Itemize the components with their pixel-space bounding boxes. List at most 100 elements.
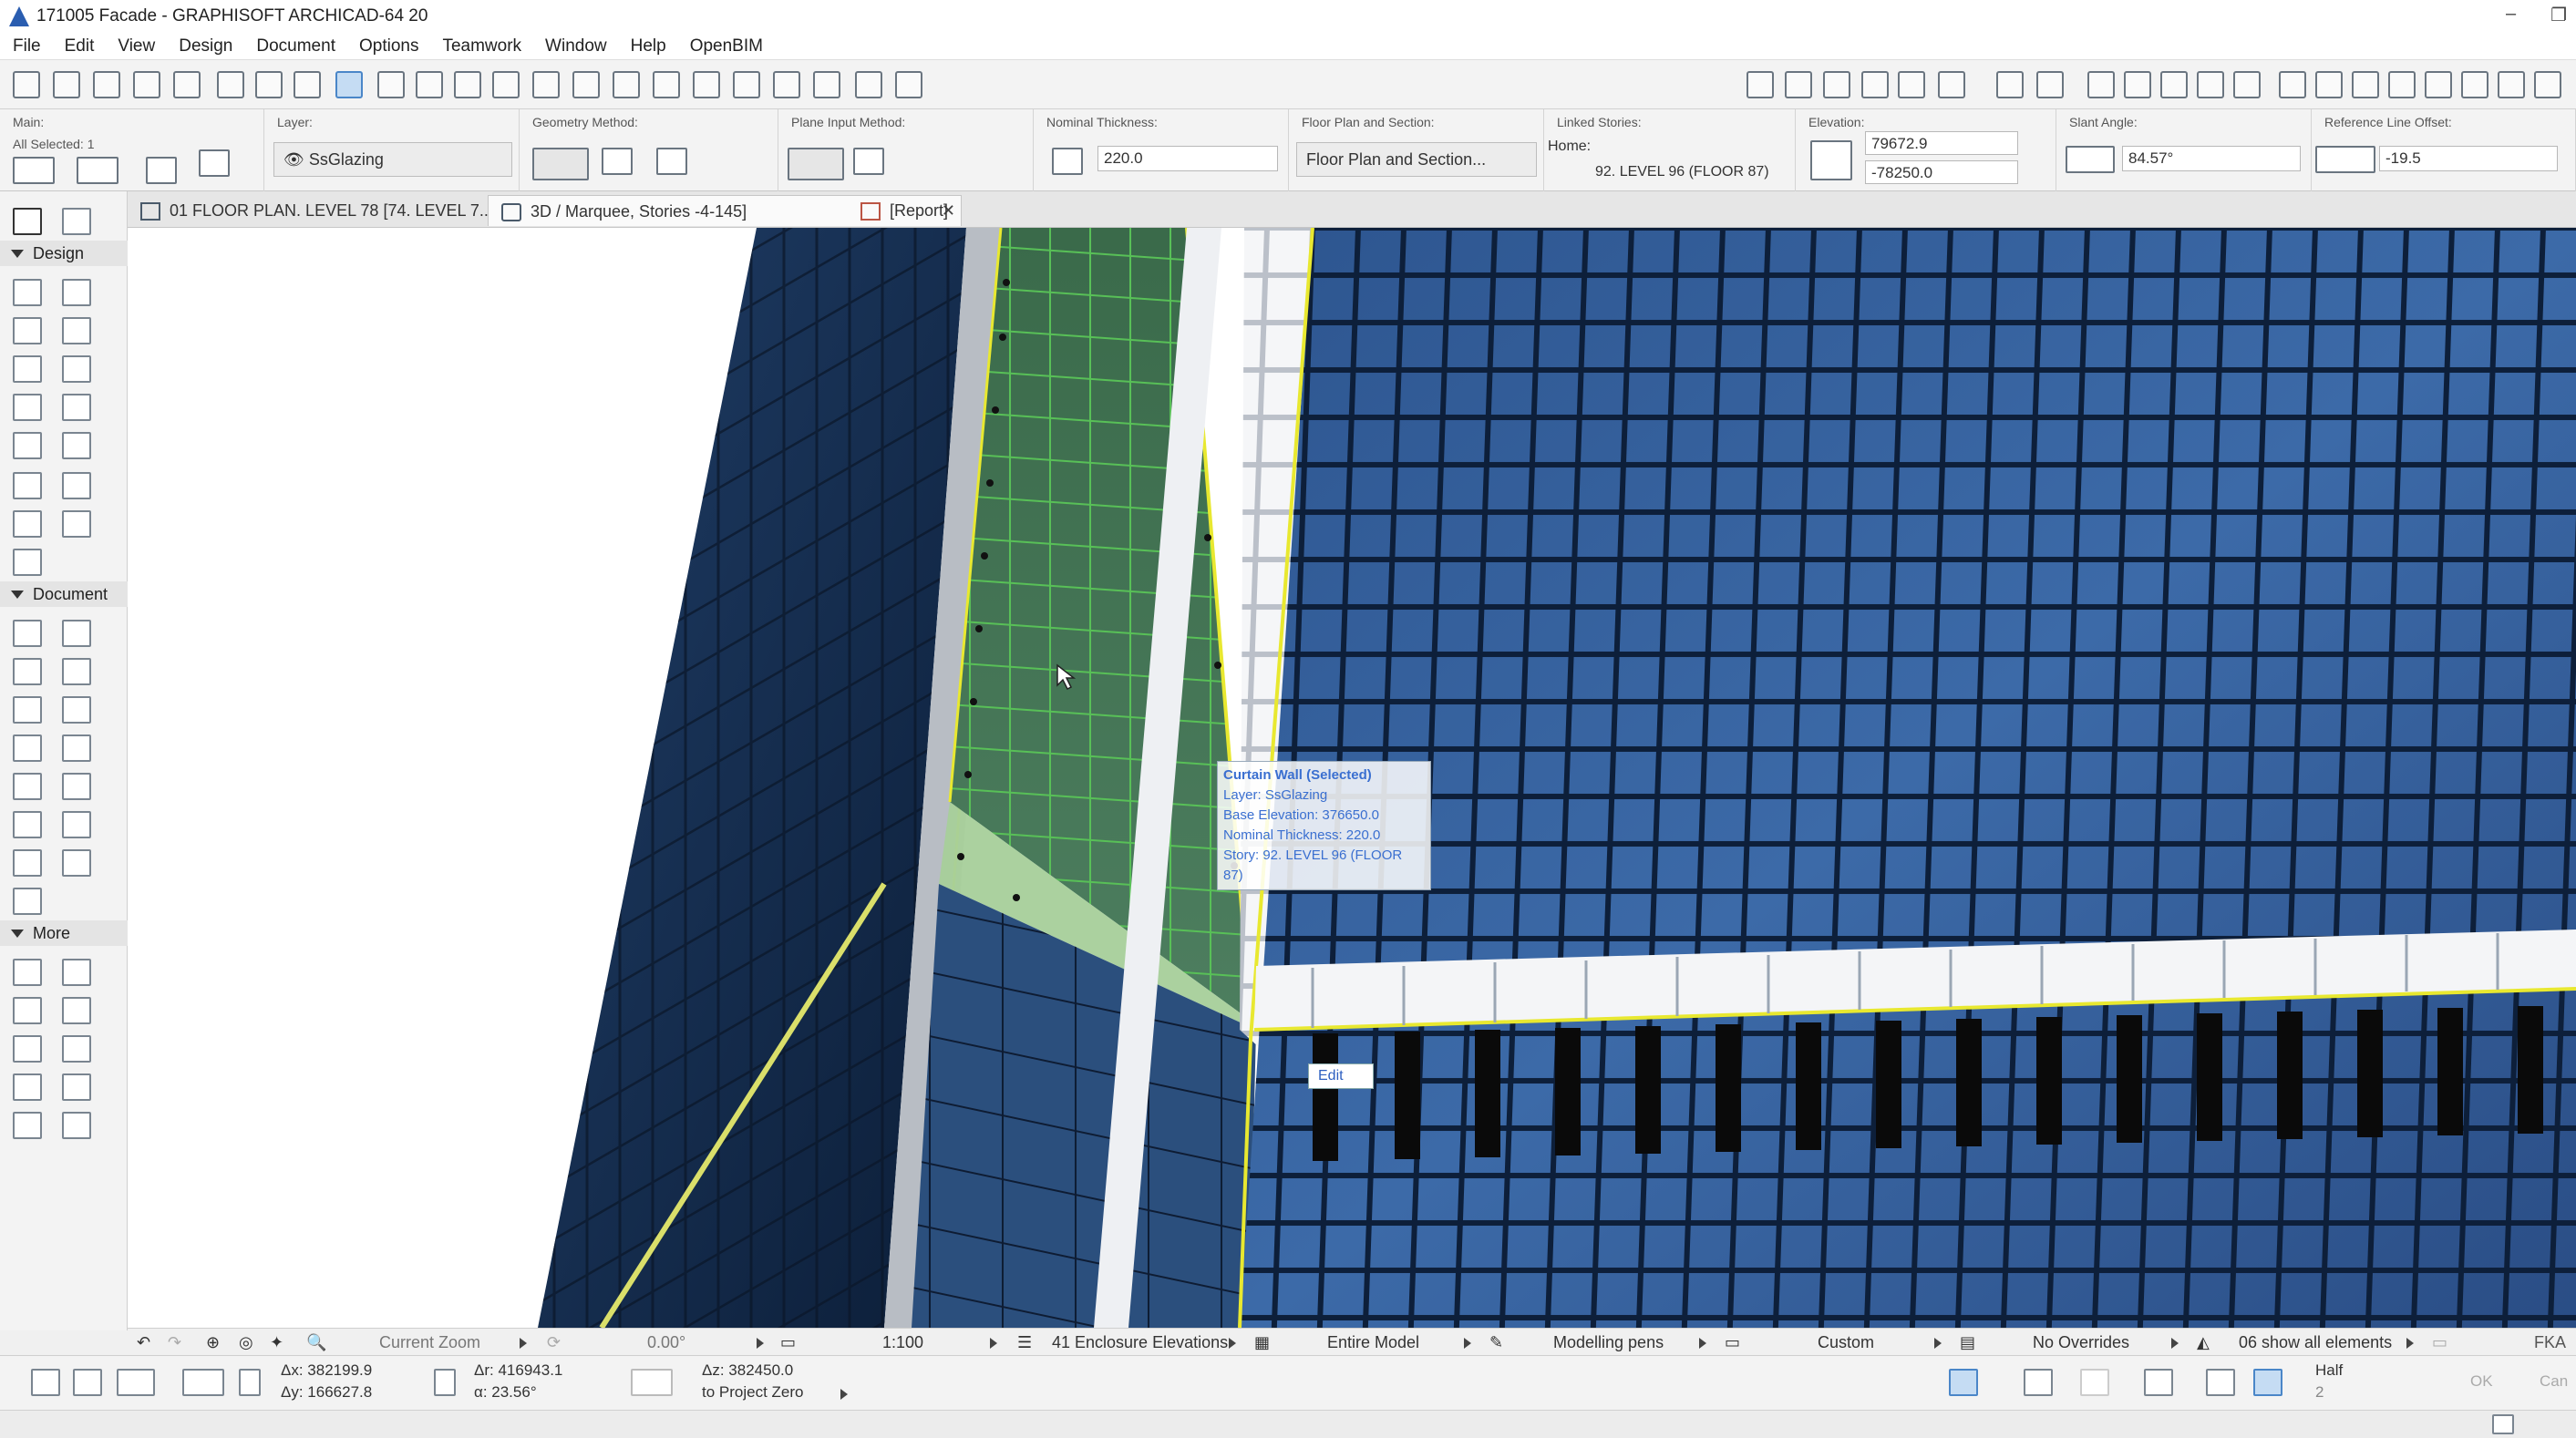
section-tool-icon[interactable]	[62, 773, 91, 800]
home-story-value[interactable]: 92. LEVEL 96 (FLOOR 87)	[1595, 164, 1769, 180]
roof-tool-icon[interactable]	[62, 394, 91, 421]
elevation-tool-icon[interactable]	[13, 811, 42, 838]
slant-angle-field[interactable]: 84.57°	[2122, 146, 2301, 171]
lamp-tool-icon[interactable]	[62, 997, 91, 1024]
scale-caret-icon[interactable]	[990, 1338, 997, 1349]
restore-icon[interactable]: ❐	[2550, 4, 2567, 26]
delta-r-value[interactable]: Δr: 416943.1	[474, 1361, 562, 1380]
elevation-bottom-field[interactable]: -78250.0	[1865, 160, 2018, 184]
zoom-in-icon[interactable]: ⊕	[206, 1333, 220, 1352]
change-tool-icon[interactable]	[13, 888, 42, 915]
geometry-polygon-icon[interactable]	[602, 148, 633, 175]
wall-end-tool-icon[interactable]	[62, 959, 91, 986]
menu-design[interactable]: Design	[179, 36, 232, 56]
zone-tool-icon[interactable]	[62, 510, 91, 538]
detail-tool-icon[interactable]	[13, 849, 42, 877]
override-icon[interactable]: ▤	[1960, 1333, 1975, 1352]
ungroup-icon[interactable]	[294, 71, 321, 98]
explode-icon[interactable]	[693, 71, 720, 98]
renovation-filter[interactable]: 06 show all elements	[2239, 1333, 2392, 1352]
settings-icon[interactable]	[199, 149, 230, 177]
snap-points-icon[interactable]	[1949, 1369, 1978, 1396]
layer-dropdown[interactable]: 👁 SsGlazing	[273, 142, 512, 177]
elevation-icon[interactable]	[1785, 71, 1812, 98]
ok-button[interactable]: OK	[2470, 1372, 2493, 1391]
snap-icon[interactable]	[2233, 71, 2261, 98]
geometry-rect-icon[interactable]	[656, 148, 687, 175]
snap-mode-label[interactable]: Half	[2315, 1361, 2343, 1380]
roof-icon[interactable]	[773, 71, 800, 98]
column-tool-icon[interactable]	[62, 317, 91, 344]
menu-view[interactable]: View	[118, 36, 155, 56]
building-icon[interactable]	[733, 71, 760, 98]
window-tool-icon[interactable]	[13, 317, 42, 344]
menu-document[interactable]: Document	[256, 36, 335, 56]
graphic-overrides[interactable]: No Overrides	[2033, 1333, 2129, 1352]
z-icon[interactable]	[631, 1369, 673, 1396]
suspend-groups-icon[interactable]	[335, 71, 363, 98]
delta-z-value[interactable]: Δz: 382450.0	[702, 1361, 793, 1380]
door-tool-icon[interactable]	[62, 279, 91, 306]
menu-file[interactable]: File	[13, 36, 41, 56]
figure-tool-icon[interactable]	[13, 1112, 42, 1139]
morph-tool-icon[interactable]	[62, 472, 91, 499]
toolbox-section-more[interactable]: More	[0, 920, 128, 946]
pen-set-icon[interactable]: ✎	[1489, 1333, 1503, 1352]
marquee-tool-icon[interactable]	[62, 208, 91, 235]
trace-icon[interactable]	[2087, 71, 2115, 98]
detail-icon[interactable]	[1898, 71, 1925, 98]
scale-icon[interactable]: ▭	[780, 1333, 796, 1352]
redo-view-icon[interactable]: ↷	[168, 1333, 181, 1352]
stair-tool-icon[interactable]	[13, 394, 42, 421]
selection-arrow-icon[interactable]	[13, 157, 55, 184]
cancel-button[interactable]: Can	[2540, 1372, 2568, 1391]
absolute-toggle-icon[interactable]	[239, 1369, 261, 1396]
3d-viewport[interactable]: Curtain Wall (Selected) Layer: SsGlazing…	[128, 228, 2576, 1328]
camera-tool-icon[interactable]	[62, 1112, 91, 1139]
align-right-icon[interactable]	[2352, 71, 2379, 98]
guide-line-icon[interactable]	[73, 1369, 102, 1396]
toolbox-section-document[interactable]: Document	[0, 581, 128, 607]
shell-tool-icon[interactable]	[13, 432, 42, 459]
check-icon[interactable]	[2024, 1369, 2053, 1396]
menu-window[interactable]: Window	[545, 36, 607, 56]
rotate-view-icon[interactable]: ⟳	[547, 1333, 561, 1352]
trim-icon[interactable]	[532, 71, 560, 98]
railing-tool-icon[interactable]	[62, 432, 91, 459]
layout-icon[interactable]	[895, 71, 922, 98]
view-angle[interactable]: 0.00°	[647, 1333, 685, 1352]
section-icon[interactable]	[1747, 71, 1774, 98]
fillet-icon[interactable]	[492, 71, 520, 98]
edit-plane-icon[interactable]	[2144, 1369, 2173, 1396]
spline-tool-icon[interactable]	[13, 1073, 42, 1101]
new-icon[interactable]	[13, 71, 40, 98]
corner-window-tool-icon[interactable]	[13, 1035, 42, 1063]
align-center-icon[interactable]	[2315, 71, 2343, 98]
restore-panel-icon[interactable]	[2492, 1414, 2514, 1434]
hotspot-tool-icon[interactable]	[62, 811, 91, 838]
custom-caret-icon[interactable]	[1934, 1338, 1942, 1349]
scale-value[interactable]: 1:100	[882, 1333, 923, 1352]
lock-icon[interactable]	[377, 71, 405, 98]
open-icon[interactable]	[53, 71, 80, 98]
rotate-icon[interactable]	[416, 71, 443, 98]
undo-icon[interactable]	[133, 71, 160, 98]
text-tool-icon[interactable]	[13, 658, 42, 685]
delta-x-value[interactable]: Δx: 382199.9	[281, 1361, 372, 1380]
model-caret-icon[interactable]	[1464, 1338, 1471, 1349]
measure-icon[interactable]	[2036, 71, 2064, 98]
interior-elevation-icon[interactable]	[1823, 71, 1850, 98]
z-reference-caret-icon[interactable]	[840, 1389, 848, 1400]
gravity-icon[interactable]	[2080, 1369, 2109, 1396]
renovation-caret-icon[interactable]	[2406, 1338, 2414, 1349]
layer-combo-caret-icon[interactable]	[1229, 1338, 1236, 1349]
walk-icon[interactable]: ✦	[270, 1333, 283, 1352]
worksheet-tool-icon[interactable]	[62, 849, 91, 877]
grid-tool-icon[interactable]	[13, 959, 42, 986]
edit-button[interactable]: Edit	[1308, 1063, 1374, 1089]
line-tool-icon[interactable]	[62, 696, 91, 724]
menu-openbim[interactable]: OpenBIM	[690, 36, 763, 56]
distribute-h-icon[interactable]	[2388, 71, 2416, 98]
hotlink-icon[interactable]	[2197, 71, 2224, 98]
grid-snap-icon[interactable]	[2253, 1369, 2282, 1396]
